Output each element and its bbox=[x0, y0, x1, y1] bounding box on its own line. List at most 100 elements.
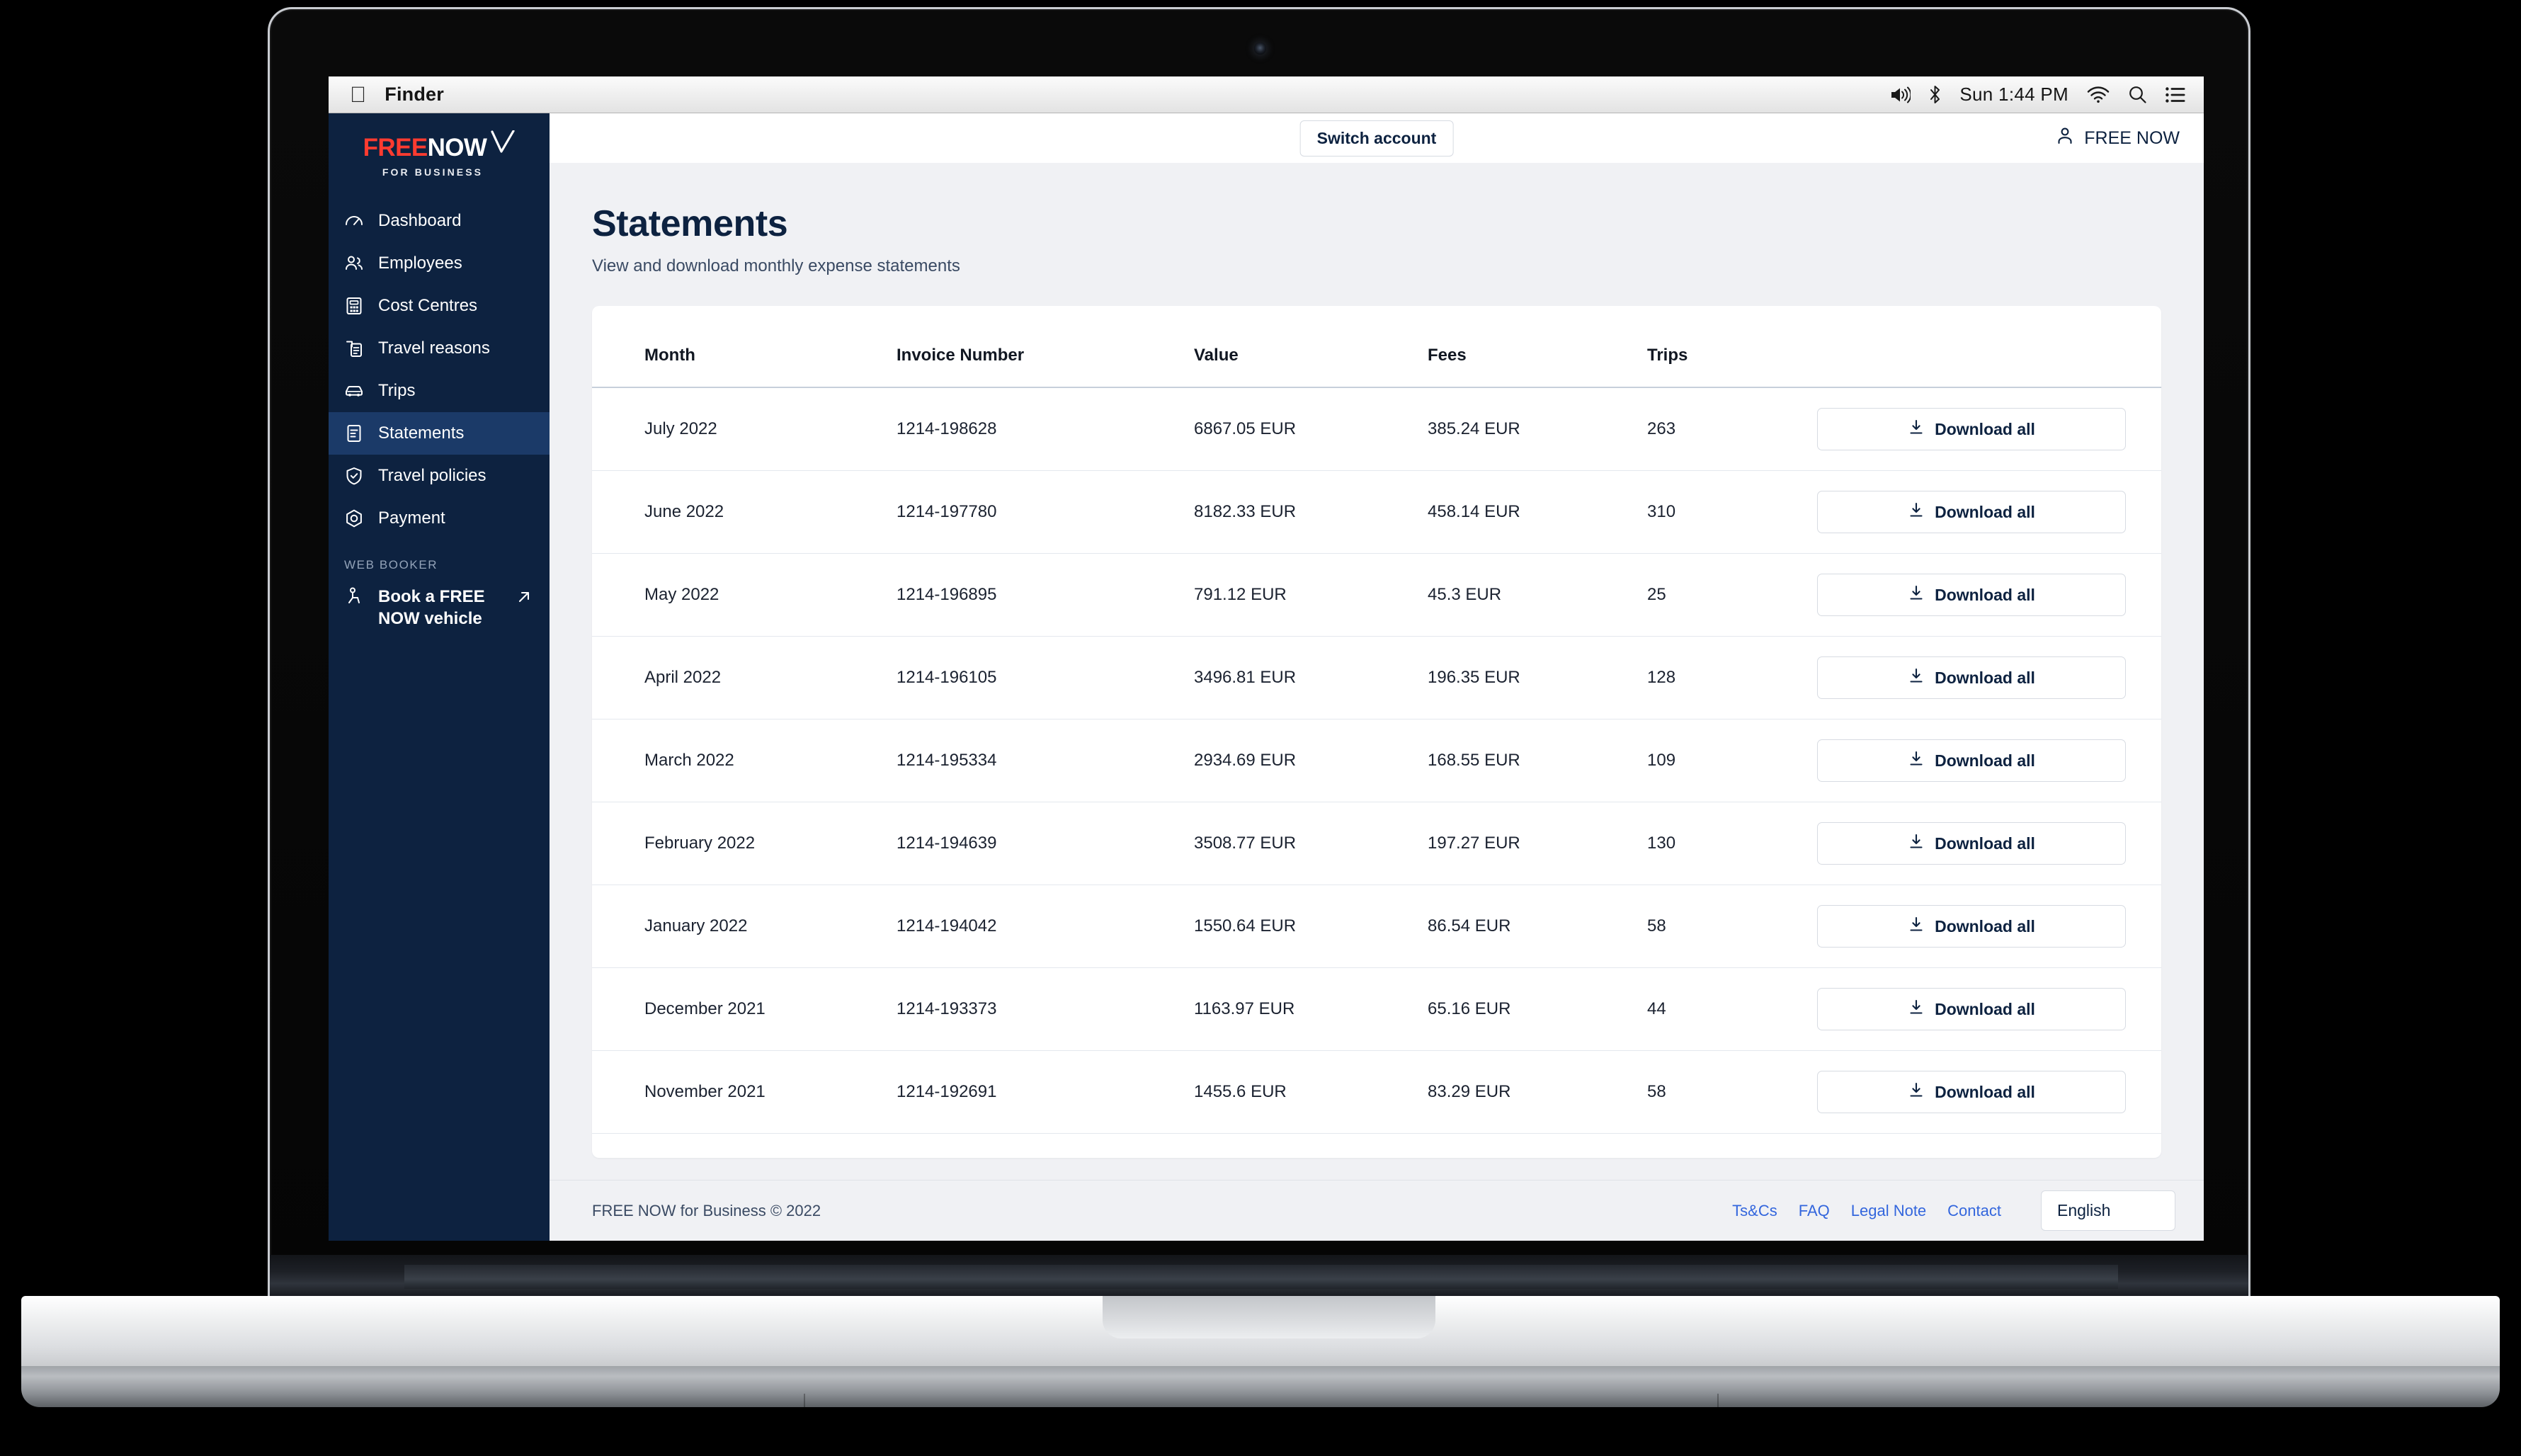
cell-fees: 197.27 EUR bbox=[1428, 802, 1647, 885]
page-content: Statements View and download monthly exp… bbox=[550, 163, 2204, 1180]
sidebar-item-label: Dashboard bbox=[378, 211, 462, 230]
cell-fees: 458.14 EUR bbox=[1428, 470, 1647, 554]
download-all-button[interactable]: Download all bbox=[1817, 491, 2126, 533]
download-icon bbox=[1908, 667, 1925, 688]
footer: FREE NOW for Business © 2022 Ts&Cs FAQ L… bbox=[550, 1180, 2204, 1241]
clipboard-icon bbox=[344, 339, 364, 358]
sidebar-item-trips[interactable]: Trips bbox=[329, 370, 550, 412]
cell-fees: 45.3 EUR bbox=[1428, 553, 1647, 637]
search-icon[interactable] bbox=[2128, 85, 2147, 104]
cell-fees: 168.55 EUR bbox=[1428, 719, 1647, 802]
circle-target-icon bbox=[344, 508, 364, 528]
cell-value: 1455.6 EUR bbox=[1194, 1050, 1428, 1134]
table-body: July 2022 1214-198628 6867.05 EUR 385.24 EU… bbox=[592, 387, 2161, 1134]
cell-invoice: 1214-196105 bbox=[897, 636, 1194, 720]
cell-fees: 86.54 EUR bbox=[1428, 885, 1647, 968]
laptop-base-seam bbox=[1717, 1394, 1719, 1408]
table-row: December 2021 1214-193373 1163.97 EUR 65.16… bbox=[592, 967, 2161, 1051]
sidebar-item-employees[interactable]: Employees bbox=[329, 242, 550, 285]
external-link-icon bbox=[516, 588, 533, 610]
sidebar-item-label: Travel reasons bbox=[378, 339, 490, 358]
sidebar-item-label: Payment bbox=[378, 508, 445, 528]
menubar-clock[interactable]: Sun 1:44 PM bbox=[1959, 84, 2068, 106]
apple-logo-icon[interactable]:  bbox=[350, 84, 366, 106]
cell-invoice: 1214-192691 bbox=[897, 1050, 1194, 1134]
table-row: May 2022 1214-196895 791.12 EUR 45.3 EUR 25 D… bbox=[592, 553, 2161, 637]
laptop-hinge-inner bbox=[404, 1265, 2118, 1289]
table-row: November 2021 1214-192691 1455.6 EUR 83.29 … bbox=[592, 1050, 2161, 1134]
cell-month: November 2021 bbox=[592, 1050, 897, 1134]
download-all-button[interactable]: Download all bbox=[1817, 822, 2126, 865]
building-icon bbox=[344, 296, 364, 316]
download-icon bbox=[1908, 584, 1925, 605]
footer-link-legal-note[interactable]: Legal Note bbox=[1851, 1202, 1926, 1220]
cell-fees: 65.16 EUR bbox=[1428, 967, 1647, 1051]
cell-invoice: 1214-195334 bbox=[897, 719, 1194, 802]
people-icon bbox=[344, 254, 364, 273]
download-all-label: Download all bbox=[1935, 751, 2035, 770]
account-menu[interactable]: FREE NOW bbox=[2056, 126, 2180, 151]
cell-fees: 83.29 EUR bbox=[1428, 1050, 1647, 1134]
sidebar-item-book-vehicle[interactable]: Book a FREE NOW vehicle bbox=[329, 579, 550, 641]
menubar-app-name[interactable]: Finder bbox=[385, 84, 444, 106]
sidebar-item-cost-centres[interactable]: Cost Centres bbox=[329, 285, 550, 327]
column-header-value: Value bbox=[1194, 324, 1428, 388]
column-header-trips: Trips bbox=[1647, 324, 1817, 388]
sidebar-item-payment[interactable]: Payment bbox=[329, 497, 550, 540]
download-icon bbox=[1908, 999, 1925, 1020]
volume-icon[interactable] bbox=[1889, 86, 1911, 104]
brand-logo[interactable]: FREE NOW FOR BUSINESS bbox=[329, 113, 550, 200]
footer-link-contact[interactable]: Contact bbox=[1947, 1202, 2001, 1220]
sidebar-item-travel-reasons[interactable]: Travel reasons bbox=[329, 327, 550, 370]
footer-copyright: FREE NOW for Business © 2022 bbox=[592, 1201, 821, 1219]
column-header-invoice: Invoice Number bbox=[897, 324, 1194, 388]
cell-month: January 2022 bbox=[592, 885, 897, 968]
cell-month: June 2022 bbox=[592, 470, 897, 554]
wifi-icon[interactable] bbox=[2087, 86, 2110, 103]
download-all-button[interactable]: Download all bbox=[1817, 1071, 2126, 1113]
cell-action: Download all bbox=[1817, 967, 2161, 1051]
download-all-button[interactable]: Download all bbox=[1817, 574, 2126, 616]
download-all-label: Download all bbox=[1935, 585, 2035, 604]
car-icon bbox=[344, 381, 364, 401]
brand-free-text: FREE bbox=[363, 134, 428, 161]
download-all-button[interactable]: Download all bbox=[1817, 408, 2126, 450]
cell-month: December 2021 bbox=[592, 967, 897, 1051]
download-all-button[interactable]: Download all bbox=[1817, 905, 2126, 948]
cell-action: Download all bbox=[1817, 636, 2161, 720]
download-all-label: Download all bbox=[1935, 668, 2035, 687]
sidebar-item-label: Trips bbox=[378, 381, 416, 400]
download-icon bbox=[1908, 419, 1925, 440]
download-icon bbox=[1908, 916, 1925, 937]
sidebar-item-statements[interactable]: Statements bbox=[329, 412, 550, 455]
bluetooth-icon[interactable] bbox=[1929, 85, 1941, 104]
cell-invoice: 1214-194639 bbox=[897, 802, 1194, 885]
document-icon bbox=[344, 423, 364, 443]
sidebar-item-label: Book a FREE NOW vehicle bbox=[378, 587, 485, 628]
sidebar-item-dashboard[interactable]: Dashboard bbox=[329, 200, 550, 242]
cell-action: Download all bbox=[1817, 1050, 2161, 1134]
footer-link-tscs[interactable]: Ts&Cs bbox=[1732, 1202, 1777, 1220]
laptop-base-seam bbox=[804, 1394, 805, 1408]
download-all-button[interactable]: Download all bbox=[1817, 656, 2126, 699]
language-selector[interactable]: English bbox=[2041, 1190, 2175, 1231]
account-name: FREE NOW bbox=[2084, 127, 2180, 148]
cell-month: May 2022 bbox=[592, 553, 897, 637]
cell-trips: 25 bbox=[1647, 553, 1817, 637]
shield-check-icon bbox=[344, 466, 364, 486]
footer-link-faq[interactable]: FAQ bbox=[1799, 1202, 1830, 1220]
column-header-month: Month bbox=[592, 324, 897, 388]
download-all-button[interactable]: Download all bbox=[1817, 988, 2126, 1030]
cell-value: 6867.05 EUR bbox=[1194, 387, 1428, 471]
sidebar-item-travel-policies[interactable]: Travel policies bbox=[329, 455, 550, 497]
download-all-label: Download all bbox=[1935, 916, 2035, 935]
cell-fees: 385.24 EUR bbox=[1428, 387, 1647, 471]
speedometer-icon bbox=[344, 211, 364, 231]
cell-action: Download all bbox=[1817, 387, 2161, 471]
control-center-icon[interactable] bbox=[2166, 86, 2185, 103]
cell-action: Download all bbox=[1817, 470, 2161, 554]
download-all-button[interactable]: Download all bbox=[1817, 739, 2126, 782]
table-row: April 2022 1214-196105 3496.81 EUR 196.35 E… bbox=[592, 636, 2161, 720]
switch-account-button[interactable]: Switch account bbox=[1299, 120, 1454, 157]
screen:  Finder Sun 1:44 PM bbox=[329, 76, 2204, 1241]
